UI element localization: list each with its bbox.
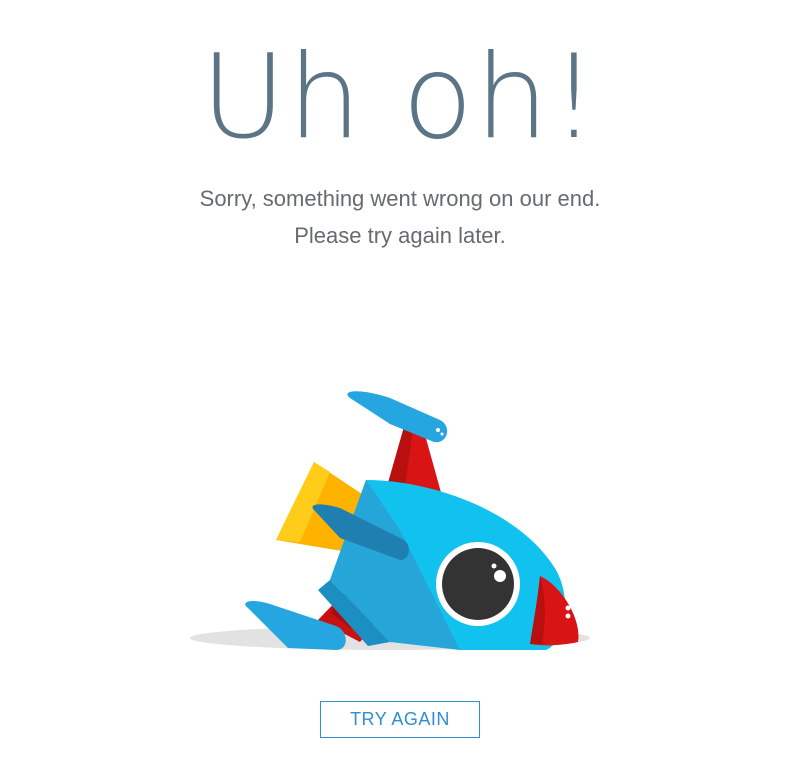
error-message-line-1: Sorry, something went wrong on our end. [199,186,601,211]
crashed-rocket-illustration [190,391,590,650]
rocket-top-wing [347,391,448,443]
rocket-porthole [436,542,520,626]
try-again-button[interactable]: TRY AGAIN [320,701,480,738]
error-message-line-2: Please try again later. [294,223,506,248]
error-headline: Uh oh! [200,30,600,165]
